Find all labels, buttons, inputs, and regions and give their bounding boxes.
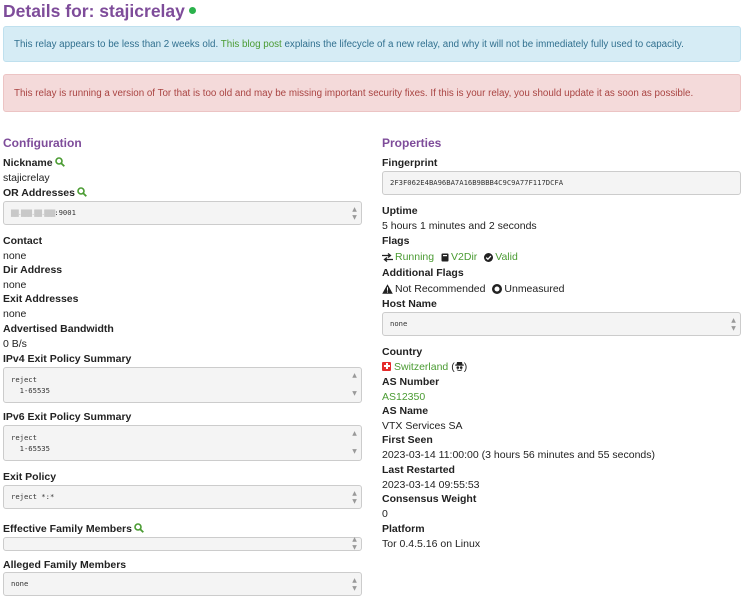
or-addresses-label-text: OR Addresses — [3, 187, 75, 199]
effective-family-label-text: Effective Family Members — [3, 523, 132, 535]
host-name-label: Host Name — [382, 298, 437, 310]
running-arrows-icon — [382, 252, 393, 262]
fingerprint-text: 2F3F062E4BA96BA7A16B9BBB4C9C9A77F117DCFA — [390, 178, 564, 187]
uptime-value: 5 hours 1 minutes and 2 seconds — [382, 220, 537, 232]
flag-v2dir: V2Dir — [441, 250, 477, 264]
as-name-label: AS Name — [382, 405, 429, 417]
info-text-before: This relay appears to be less than 2 wee… — [14, 39, 221, 50]
flag-running-label: Running — [395, 251, 435, 263]
exit-addresses-value: none — [3, 308, 27, 320]
alleged-family-label: Alleged Family Members — [3, 559, 127, 571]
or-address-masked: ▇▇.▇▇▇.▇▇.▇▇▇ — [11, 208, 55, 217]
or-addresses-box[interactable]: ▇▇.▇▇▇.▇▇.▇▇▇:9001 ▲ ▼ — [3, 201, 362, 225]
uptime-label: Uptime — [382, 205, 418, 217]
v2dir-icon — [441, 253, 449, 261]
scrollbar[interactable]: ▲ ▼ — [730, 313, 737, 335]
bandwidth-label: Advertised Bandwidth — [3, 323, 114, 335]
platform-value: Tor 0.4.5.16 on Linux — [382, 538, 481, 550]
flag-v2dir-label: V2Dir — [451, 251, 478, 263]
page-title: Details for: stajicrelay — [3, 0, 196, 24]
nickname-label: Nickname — [3, 156, 65, 170]
ipv6-policy-text: reject 1-65535 — [11, 433, 50, 453]
effective-family-label: Effective Family Members — [3, 522, 144, 536]
contact-value: none — [3, 250, 27, 262]
flag-not-recommended-label: Not Recommended — [395, 283, 486, 295]
exit-policy-label: Exit Policy — [3, 471, 57, 483]
page-title-text: Details for: stajicrelay — [3, 1, 185, 21]
new-relay-alert: This relay appears to be less than 2 wee… — [3, 26, 741, 62]
contact-label: Contact — [3, 235, 43, 247]
info-text-after: explains the lifecycle of a new relay, a… — [281, 39, 684, 50]
effective-family-box[interactable]: ▲ ▼ — [3, 536, 362, 551]
country-value: Switzerland () — [382, 360, 467, 374]
host-name-box[interactable]: none ▲ ▼ — [382, 312, 741, 336]
country-label: Country — [382, 346, 423, 358]
dir-address-value: none — [3, 279, 27, 291]
search-icon[interactable] — [54, 157, 65, 168]
scrollbar[interactable]: ▲ ▼ — [351, 536, 358, 551]
as-name-value: VTX Services SA — [382, 420, 463, 432]
scrollbar[interactable]: ▲ ▼ — [351, 368, 358, 402]
flag-unmeasured-label: Unmeasured — [504, 283, 565, 295]
alleged-family-text: none — [11, 579, 29, 588]
flags-label: Flags — [382, 235, 410, 247]
platform-label: Platform — [382, 523, 425, 535]
warning-icon — [382, 284, 393, 294]
ipv4-policy-label: IPv4 Exit Policy Summary — [3, 353, 132, 365]
outdated-version-alert: This relay is running a version of Tor t… — [3, 74, 741, 112]
ipv4-policy-box[interactable]: reject 1-65535 ▲ ▼ — [3, 367, 362, 403]
as-number-link[interactable]: AS12350 — [382, 391, 425, 403]
fingerprint-box[interactable]: 2F3F062E4BA96BA7A16B9BBB4C9C9A77F117DCFA — [382, 171, 741, 195]
scrollbar[interactable]: ▲ ▼ — [351, 573, 358, 595]
ipv6-policy-box[interactable]: reject 1-65535 ▲ ▼ — [3, 425, 362, 461]
last-restarted-label: Last Restarted — [382, 464, 455, 476]
status-dot-icon — [188, 6, 196, 14]
fingerprint-label: Fingerprint — [382, 157, 438, 169]
host-name-text: none — [390, 319, 408, 328]
valid-check-icon — [484, 252, 494, 262]
search-icon[interactable] — [134, 523, 144, 534]
exit-policy-text: reject *:* — [11, 492, 55, 501]
alleged-family-box[interactable]: none ▲ ▼ — [3, 572, 362, 596]
configuration-heading: Configuration — [3, 136, 82, 150]
search-icon[interactable] — [77, 187, 87, 198]
exit-policy-box[interactable]: reject *:* ▲ ▼ — [3, 485, 362, 509]
additional-flags-list: Not Recommended Unmeasured — [382, 282, 569, 298]
flags-list: Running V2Dir Valid — [382, 250, 522, 266]
exit-addresses-label: Exit Addresses — [3, 293, 79, 305]
consensus-weight-value: 0 — [382, 508, 388, 520]
flag-unmeasured: Unmeasured — [492, 282, 565, 296]
anonymous-icon — [454, 362, 464, 372]
switzerland-flag-icon — [382, 361, 391, 371]
scrollbar[interactable]: ▲ ▼ — [351, 202, 358, 224]
ipv4-policy-text: reject 1-65535 — [11, 375, 50, 395]
additional-flags-label: Additional Flags — [382, 267, 464, 279]
or-address-port: :9001 — [54, 208, 76, 217]
first-seen-label: First Seen — [382, 434, 433, 446]
flag-valid-label: Valid — [495, 251, 518, 263]
as-number-label: AS Number — [382, 376, 440, 388]
flag-not-recommended: Not Recommended — [382, 282, 485, 296]
scrollbar[interactable]: ▲ ▼ — [351, 426, 358, 460]
or-addresses-label: OR Addresses — [3, 186, 87, 200]
as-number-value: AS12350 — [382, 390, 425, 404]
country-link[interactable]: Switzerland — [394, 361, 448, 373]
first-seen-value: 2023-03-14 11:00:00 (3 hours 56 minutes … — [382, 449, 655, 461]
danger-text: This relay is running a version of Tor t… — [14, 88, 694, 99]
flag-running: Running — [382, 250, 434, 264]
scrollbar[interactable]: ▲ ▼ — [351, 486, 358, 508]
blog-post-link[interactable]: This blog post — [221, 39, 282, 50]
consensus-weight-label: Consensus Weight — [382, 493, 477, 505]
dir-address-label: Dir Address — [3, 264, 63, 276]
bandwidth-value: 0 B/s — [3, 338, 27, 350]
properties-heading: Properties — [382, 136, 442, 150]
ipv6-policy-label: IPv6 Exit Policy Summary — [3, 411, 132, 423]
nickname-label-text: Nickname — [3, 157, 53, 169]
unmeasured-icon — [492, 284, 503, 294]
last-restarted-value: 2023-03-14 09:55:53 — [382, 479, 480, 491]
nickname-value: stajicrelay — [3, 172, 50, 184]
flag-valid: Valid — [484, 250, 518, 264]
